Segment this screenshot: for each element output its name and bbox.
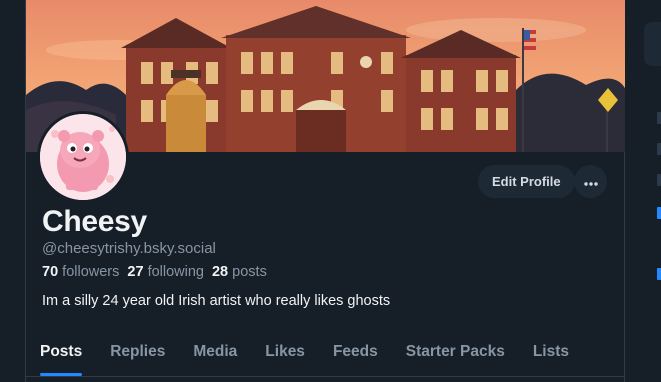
tab-feeds[interactable]: Feeds xyxy=(319,331,392,376)
left-rail xyxy=(0,0,25,382)
display-name: Cheesy xyxy=(42,205,147,238)
followers-stat[interactable]: 70 followers xyxy=(42,264,119,280)
profile-stats: 70 followers 27 following 28 posts xyxy=(42,264,267,280)
tab-replies[interactable]: Replies xyxy=(96,331,179,376)
following-stat[interactable]: 27 following xyxy=(127,264,204,280)
handle: @cheesytrishy.bsky.social xyxy=(42,240,216,257)
tab-lists[interactable]: Lists xyxy=(519,331,583,376)
posts-stat: 28 posts xyxy=(211,264,267,280)
tab-starter-packs[interactable]: Starter Packs xyxy=(392,331,519,376)
profile-main: Edit Profile Cheesy @cheesytrishy.bsky.s… xyxy=(25,0,626,382)
bio: Im a silly 24 year old Irish artist who … xyxy=(42,293,391,309)
sidebar-link[interactable] xyxy=(657,174,661,186)
search-input[interactable] xyxy=(644,22,661,66)
profile-tabs: Posts Replies Media Likes Feeds Starter … xyxy=(26,331,626,377)
edit-profile-button[interactable]: Edit Profile xyxy=(478,165,575,198)
ellipsis-icon xyxy=(583,173,598,191)
tab-likes[interactable]: Likes xyxy=(251,331,319,376)
sidebar-link[interactable] xyxy=(657,268,661,280)
right-sidebar xyxy=(625,0,661,382)
tab-media[interactable]: Media xyxy=(179,331,251,376)
tab-posts[interactable]: Posts xyxy=(26,331,96,376)
sidebar-link[interactable] xyxy=(657,207,661,219)
more-options-button[interactable] xyxy=(574,165,607,198)
sidebar-link[interactable] xyxy=(657,143,661,155)
avatar[interactable] xyxy=(37,111,129,203)
sidebar-link[interactable] xyxy=(657,112,661,124)
